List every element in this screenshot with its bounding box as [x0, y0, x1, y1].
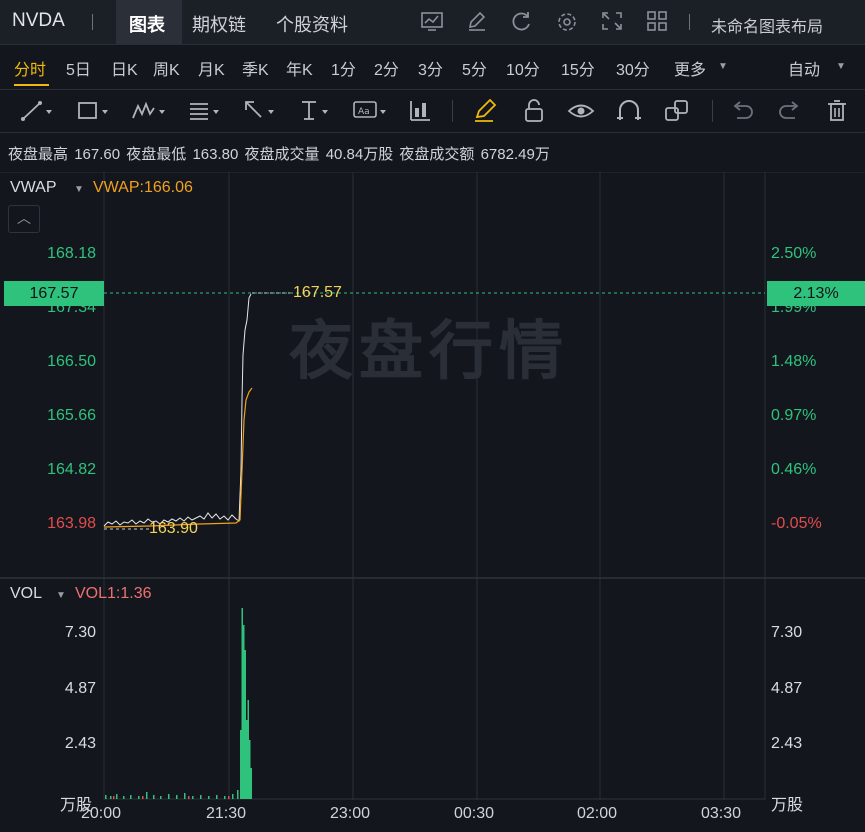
- volume-bars: [105, 608, 252, 799]
- time-tick: 20:00: [81, 805, 122, 822]
- time-tick: 23:00: [330, 805, 371, 822]
- time-tick: 03:30: [701, 805, 742, 822]
- time-tick: 21:30: [206, 805, 247, 822]
- time-tick: 02:00: [577, 805, 618, 822]
- time-tick: 00:30: [454, 805, 495, 822]
